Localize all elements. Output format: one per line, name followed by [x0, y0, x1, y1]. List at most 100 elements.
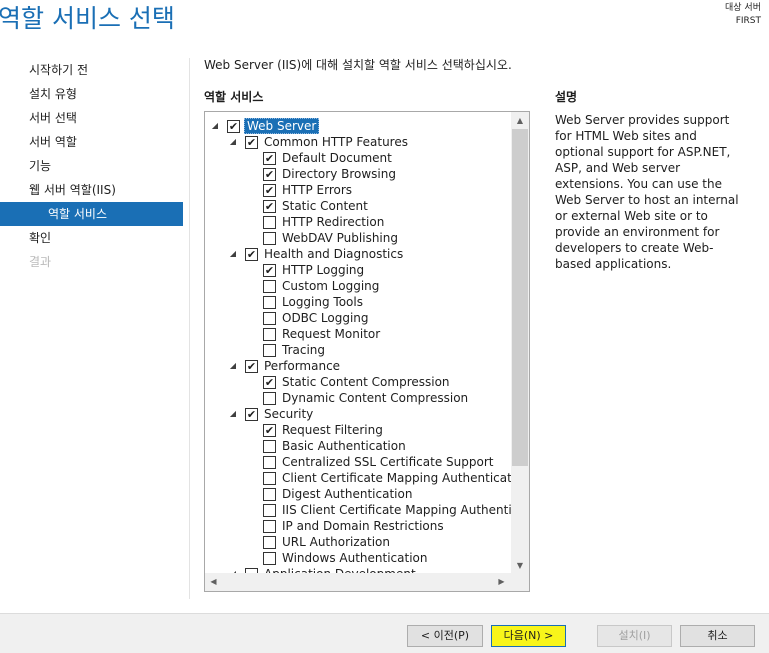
- checkbox[interactable]: ✔: [263, 184, 276, 197]
- scroll-down-icon[interactable]: ▼: [511, 557, 529, 574]
- tree-row[interactable]: ◢ ✔ Common HTTP Features: [205, 134, 512, 150]
- checkbox[interactable]: ✔: [263, 168, 276, 181]
- tree-item-label[interactable]: Request Filtering: [280, 422, 385, 438]
- expand-toggle-icon[interactable]: ◢: [209, 118, 221, 134]
- checkbox[interactable]: [263, 520, 276, 533]
- tree-row[interactable]: ✔ HTTP Errors: [205, 182, 512, 198]
- tree-item-label[interactable]: WebDAV Publishing: [280, 230, 400, 246]
- tree-row[interactable]: ✔ Static Content: [205, 198, 512, 214]
- tree-row[interactable]: ◢ ✔ Performance: [205, 358, 512, 374]
- checkbox[interactable]: ✔: [263, 152, 276, 165]
- tree-item-label[interactable]: Tracing: [280, 342, 327, 358]
- tree-row[interactable]: Dynamic Content Compression: [205, 390, 512, 406]
- tree-row[interactable]: Digest Authentication: [205, 486, 512, 502]
- next-button[interactable]: 다음(N) >: [491, 625, 566, 647]
- checkbox[interactable]: [263, 392, 276, 405]
- tree-item-label[interactable]: Basic Authentication: [280, 438, 408, 454]
- nav-item[interactable]: 기능: [0, 154, 183, 178]
- checkbox[interactable]: ✔: [245, 248, 258, 261]
- checkbox[interactable]: ✔: [245, 136, 258, 149]
- tree-row[interactable]: ◢ ✔ Health and Diagnostics: [205, 246, 512, 262]
- checkbox[interactable]: [263, 312, 276, 325]
- checkbox[interactable]: ✔: [227, 120, 240, 133]
- tree-item-label[interactable]: Static Content: [280, 198, 370, 214]
- tree-row[interactable]: ✔ Request Filtering: [205, 422, 512, 438]
- tree-row[interactable]: ◢ ✔ Web Server: [205, 118, 512, 134]
- nav-item[interactable]: 서버 선택: [0, 106, 183, 130]
- tree-row[interactable]: ODBC Logging: [205, 310, 512, 326]
- checkbox[interactable]: ✔: [263, 264, 276, 277]
- tree-item-label[interactable]: Directory Browsing: [280, 166, 398, 182]
- tree-item-label[interactable]: IP and Domain Restrictions: [280, 518, 446, 534]
- tree-item-label[interactable]: Web Server: [244, 118, 320, 134]
- tree-row[interactable]: ◢ ✔ Security: [205, 406, 512, 422]
- tree-item-label[interactable]: Custom Logging: [280, 278, 381, 294]
- nav-item[interactable]: 서버 역할: [0, 130, 183, 154]
- previous-button[interactable]: < 이전(P): [407, 625, 483, 647]
- tree-row[interactable]: ✔ Default Document: [205, 150, 512, 166]
- tree-item-label[interactable]: URL Authorization: [280, 534, 392, 550]
- tree-row[interactable]: Request Monitor: [205, 326, 512, 342]
- tree-item-label[interactable]: Logging Tools: [280, 294, 365, 310]
- tree-item-label[interactable]: Client Certificate Mapping Authenticatio…: [280, 470, 512, 486]
- tree-row[interactable]: Tracing: [205, 342, 512, 358]
- checkbox[interactable]: [263, 232, 276, 245]
- checkbox[interactable]: [263, 216, 276, 229]
- nav-item[interactable]: 설치 유형: [0, 82, 183, 106]
- tree-row[interactable]: ✔ HTTP Logging: [205, 262, 512, 278]
- vertical-scrollbar[interactable]: ▲ ▼: [511, 112, 529, 574]
- tree-row[interactable]: WebDAV Publishing: [205, 230, 512, 246]
- cancel-button[interactable]: 취소: [680, 625, 755, 647]
- tree-item-label[interactable]: Security: [262, 406, 315, 422]
- checkbox[interactable]: ✔: [263, 200, 276, 213]
- tree-item-label[interactable]: Default Document: [280, 150, 394, 166]
- expand-toggle-icon[interactable]: ◢: [227, 134, 239, 150]
- tree-row[interactable]: HTTP Redirection: [205, 214, 512, 230]
- scroll-right-icon[interactable]: ▶: [493, 573, 510, 591]
- tree-item-label[interactable]: HTTP Logging: [280, 262, 366, 278]
- tree-row[interactable]: Windows Authentication: [205, 550, 512, 566]
- nav-item[interactable]: 시작하기 전: [0, 58, 183, 82]
- scroll-up-icon[interactable]: ▲: [511, 112, 529, 129]
- tree-row[interactable]: Client Certificate Mapping Authenticatio…: [205, 470, 512, 486]
- expand-toggle-icon[interactable]: ◢: [227, 358, 239, 374]
- tree-item-label[interactable]: HTTP Errors: [280, 182, 354, 198]
- tree-item-label[interactable]: HTTP Redirection: [280, 214, 386, 230]
- tree-item-label[interactable]: IIS Client Certificate Mapping Authentic…: [280, 502, 512, 518]
- scroll-left-icon[interactable]: ◀: [205, 573, 222, 591]
- tree-row[interactable]: Centralized SSL Certificate Support: [205, 454, 512, 470]
- tree-item-label[interactable]: Static Content Compression: [280, 374, 452, 390]
- checkbox[interactable]: [263, 280, 276, 293]
- checkbox[interactable]: [263, 536, 276, 549]
- checkbox[interactable]: [263, 504, 276, 517]
- checkbox[interactable]: [263, 488, 276, 501]
- role-services-tree[interactable]: ◢ ✔ Web Server ◢ ✔ Common HTTP Features ✔ Defau…: [204, 111, 530, 592]
- tree-row[interactable]: URL Authorization: [205, 534, 512, 550]
- tree-item-label[interactable]: Digest Authentication: [280, 486, 414, 502]
- tree-item-label[interactable]: Windows Authentication: [280, 550, 429, 566]
- vertical-scroll-thumb[interactable]: [512, 129, 528, 466]
- tree-item-label[interactable]: Dynamic Content Compression: [280, 390, 470, 406]
- tree-item-label[interactable]: Centralized SSL Certificate Support: [280, 454, 495, 470]
- checkbox[interactable]: ✔: [245, 360, 258, 373]
- tree-row[interactable]: IP and Domain Restrictions: [205, 518, 512, 534]
- nav-item[interactable]: 역할 서비스: [0, 202, 183, 226]
- tree-item-label[interactable]: Health and Diagnostics: [262, 246, 405, 262]
- checkbox[interactable]: [263, 440, 276, 453]
- checkbox[interactable]: [263, 552, 276, 565]
- tree-item-label[interactable]: Common HTTP Features: [262, 134, 410, 150]
- tree-row[interactable]: IIS Client Certificate Mapping Authentic…: [205, 502, 512, 518]
- nav-item[interactable]: 확인: [0, 226, 183, 250]
- tree-row[interactable]: Basic Authentication: [205, 438, 512, 454]
- tree-item-label[interactable]: Request Monitor: [280, 326, 382, 342]
- checkbox[interactable]: [263, 472, 276, 485]
- checkbox[interactable]: [263, 456, 276, 469]
- nav-item[interactable]: 웹 서버 역할(IIS): [0, 178, 183, 202]
- expand-toggle-icon[interactable]: ◢: [227, 246, 239, 262]
- checkbox[interactable]: [263, 344, 276, 357]
- checkbox[interactable]: [263, 328, 276, 341]
- tree-item-label[interactable]: Performance: [262, 358, 342, 374]
- expand-toggle-icon[interactable]: ◢: [227, 406, 239, 422]
- tree-row[interactable]: ✔ Static Content Compression: [205, 374, 512, 390]
- tree-row[interactable]: ✔ Directory Browsing: [205, 166, 512, 182]
